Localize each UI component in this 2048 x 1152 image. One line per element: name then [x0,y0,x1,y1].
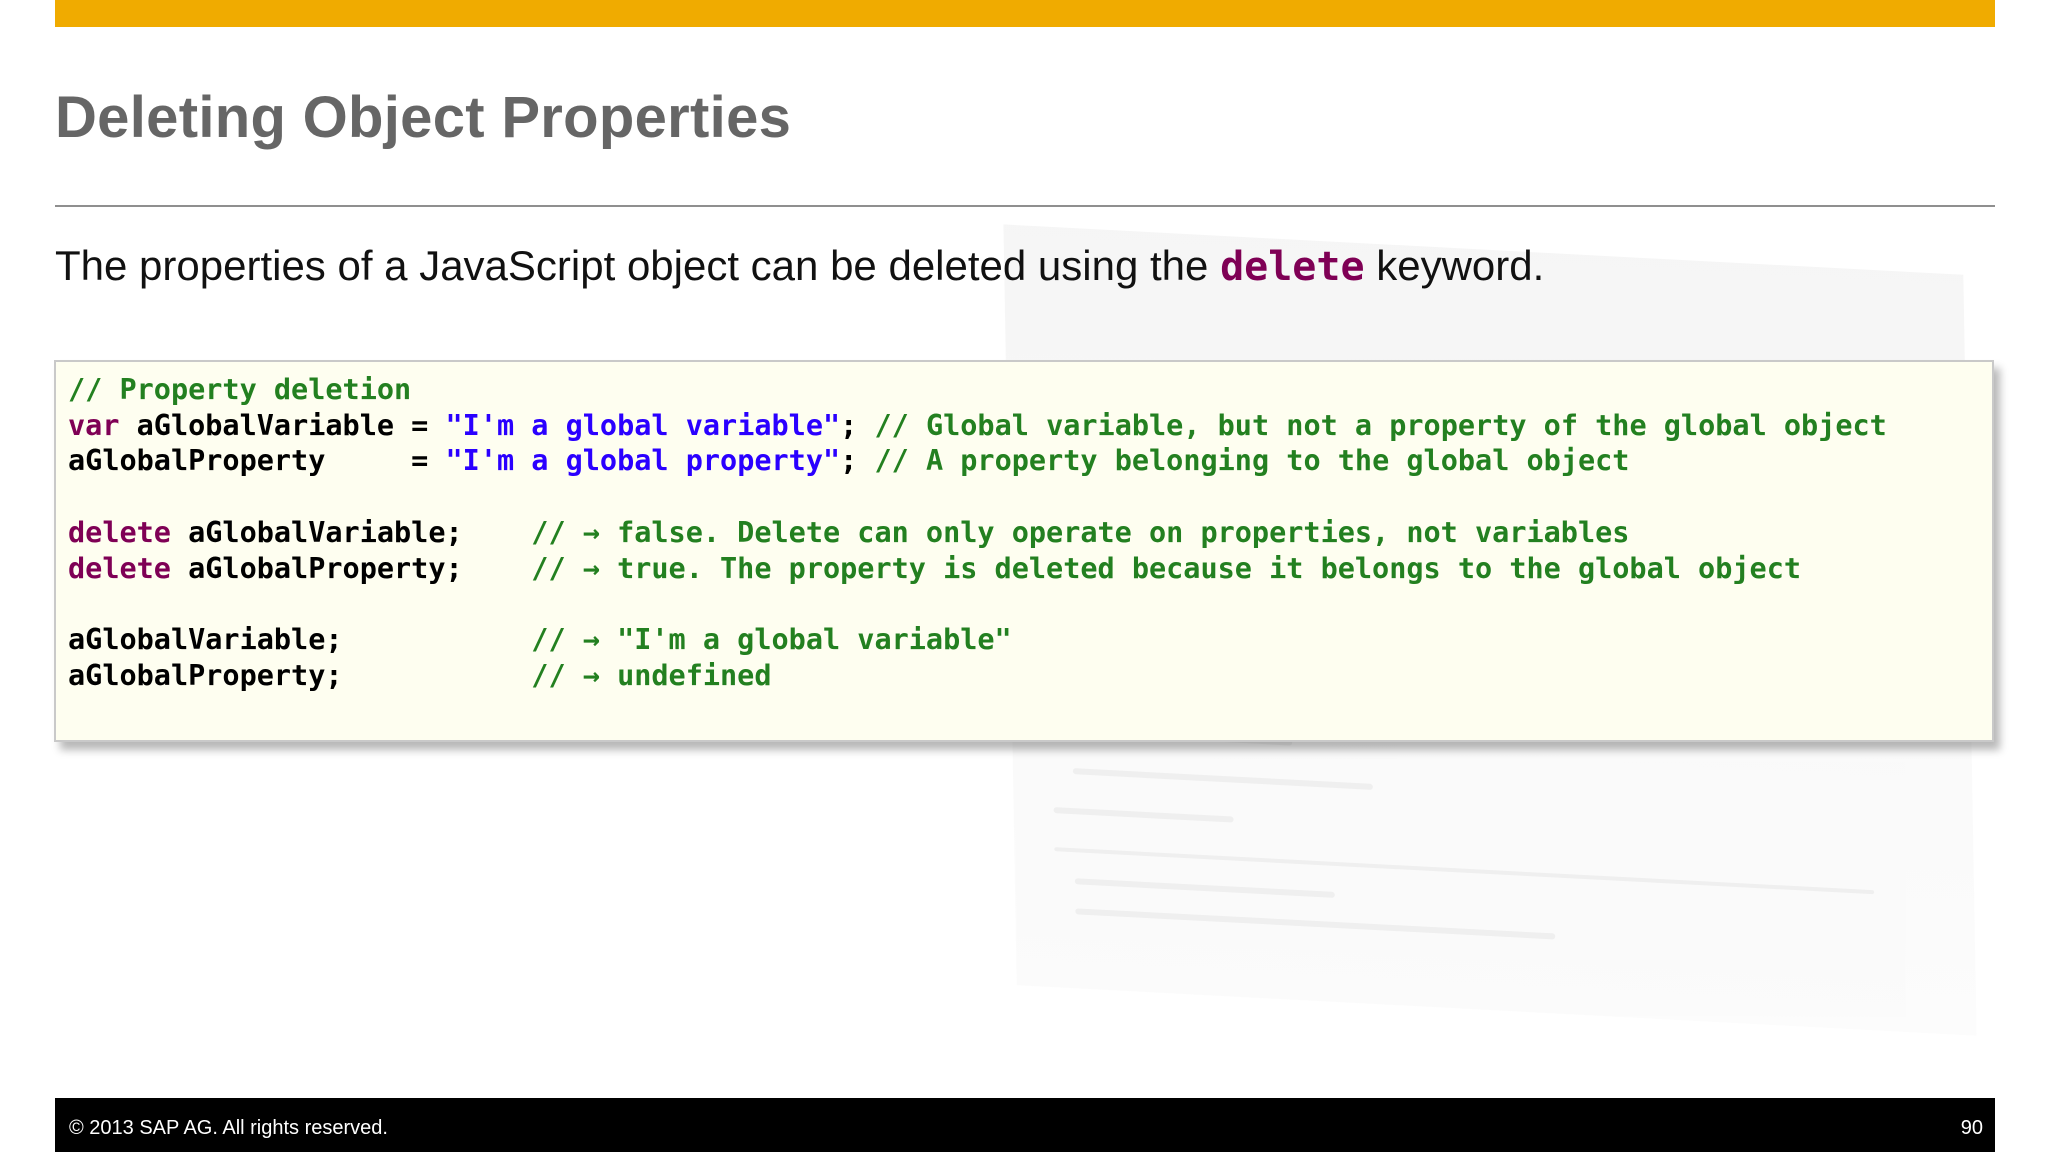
code-semicolon: ; [840,444,875,478]
page-number: 90 [1960,1117,1983,1139]
intro-text-after: keyword. [1364,242,1545,289]
code-string-property: "I'm a global property" [445,444,841,478]
code-comment-read-variable: // → "I'm a global variable" [531,622,1012,656]
code-comment-property: // A property belonging to the global ob… [874,444,1630,478]
intro-text: The properties of a JavaScript object ca… [55,242,1544,290]
code-comment-variable: // Global variable, but not a property o… [874,408,1887,442]
code-string-variable: "I'm a global variable" [445,408,841,442]
code-delete-variable: aGlobalVariable; [170,515,532,549]
code-delete-property: aGlobalProperty; [170,551,532,585]
copyright-text: © 2013 SAP AG. All rights reserved. [69,1117,388,1139]
code-line-property-plain: aGlobalProperty = [68,444,446,478]
title-divider [55,205,1995,207]
slide-title: Deleting Object Properties [55,85,792,150]
code-read-variable: aGlobalVariable; [68,622,532,656]
code-keyword-delete: delete [68,551,171,585]
code-read-property: aGlobalProperty; [68,658,532,692]
code-semicolon: ; [840,408,875,442]
code-comment-read-property: // → undefined [531,658,772,692]
intro-text-before: The properties of a JavaScript object ca… [55,242,1221,289]
code-comment-title: // Property deletion [68,373,412,406]
code-listing: // Property deletion var aGlobalVariable… [68,372,1887,693]
code-line-var-plain: aGlobalVariable = [119,408,446,442]
top-accent-bar [55,0,1995,27]
code-block: // Property deletion var aGlobalVariable… [54,360,1994,742]
footer-bar: © 2013 SAP AG. All rights reserved. 90 [55,1098,1995,1152]
code-keyword-var: var [68,408,120,442]
code-comment-delete-variable: // → false. Delete can only operate on p… [531,515,1630,549]
code-comment-delete-property: // → true. The property is deleted becau… [531,551,1802,585]
intro-keyword: delete [1220,244,1365,290]
code-keyword-delete: delete [68,515,171,549]
